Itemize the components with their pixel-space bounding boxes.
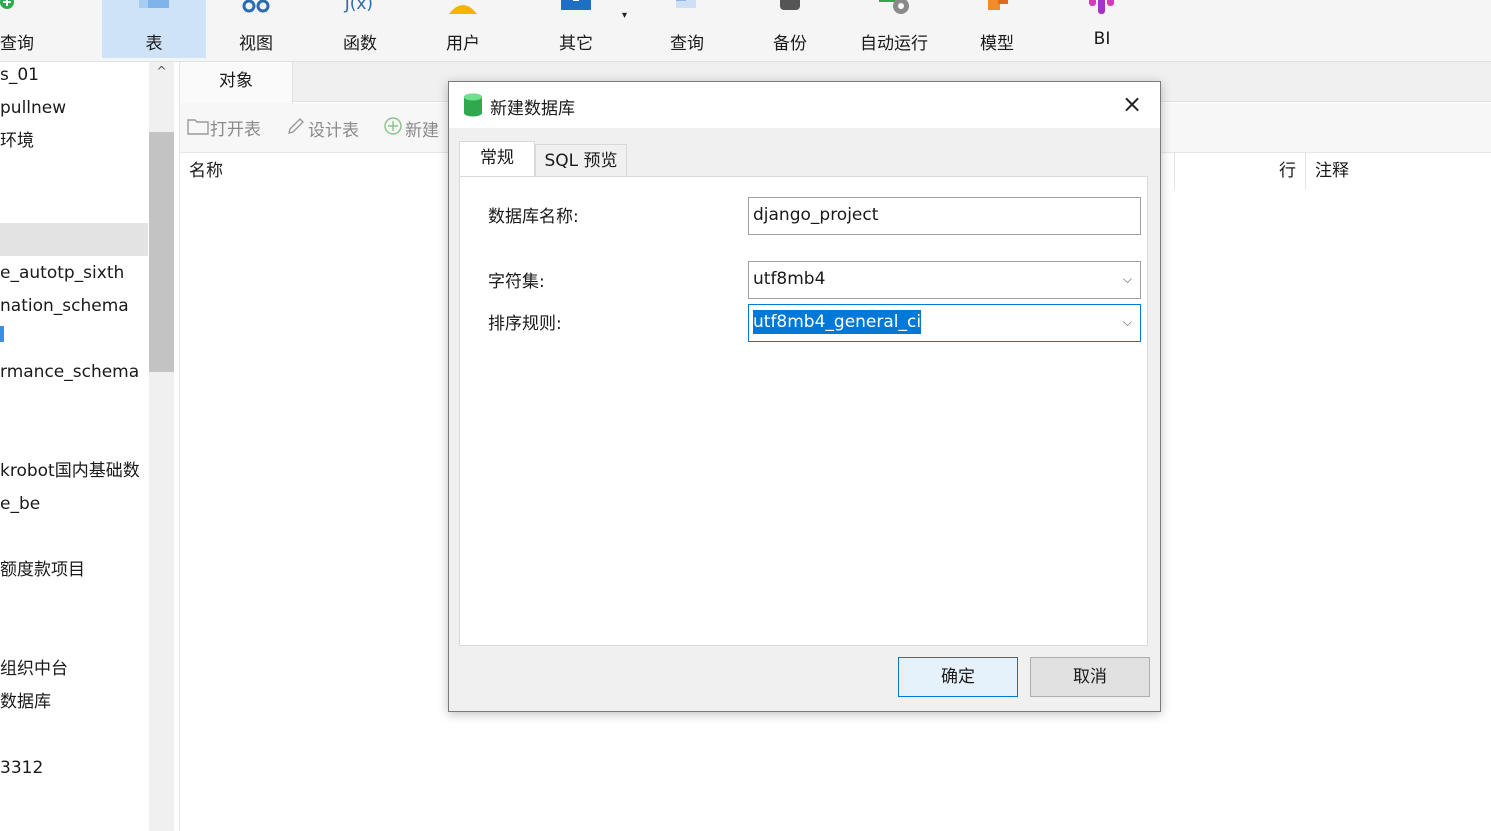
toolbar-label: 其它 [559,34,593,54]
pencil-icon [284,116,308,145]
bi-icon [1089,0,1114,14]
general-panel: 数据库名称: django_project 字符集: utf8mb4 ⌵ 排序规… [459,176,1148,646]
tab-objects[interactable]: 对象 [180,62,293,103]
toolbar-backup-button[interactable]: 备份 [740,0,840,58]
automation-icon [879,0,909,14]
toolbar-label: 视图 [239,34,273,54]
open-table-label: 打开表 [210,120,261,140]
tab-sql-preview[interactable]: SQL 预览 [535,144,627,178]
tree-item[interactable]: rmance_schema [0,359,139,389]
toolbar-function-button[interactable]: J(x) 函数 [310,0,410,58]
folder-icon [186,116,210,144]
toolbar-model-button[interactable]: 模型 [947,0,1047,58]
query-icon [676,0,696,8]
column-header-comment[interactable]: 注释 [1315,158,1349,184]
column-header-name[interactable]: 名称 [189,158,223,184]
tab-general[interactable]: 常规 [459,141,535,177]
query-add-icon [0,0,14,9]
model-icon [988,0,1008,10]
toolbar-other-button[interactable]: 其它 [526,0,626,58]
new-table-button[interactable]: 新建 [381,116,439,144]
toolbar-label: 备份 [773,34,807,54]
chevron-down-icon: ⌵ [1122,272,1132,286]
tree-item[interactable]: 3312 [0,755,43,785]
connection-tree: s_01 pullnew 环境 e_autotp_sixth nation_sc… [0,62,180,831]
sidebar-scroll-thumb[interactable] [149,132,174,372]
app-window: 查询 表 视图 J(x) 函数 用户 其它 ▾ 查询 备份 自动运行 模型 BI… [0,0,1491,831]
column-divider [1174,152,1175,190]
backup-icon [780,0,800,10]
dialog-title: 新建数据库 [490,99,575,119]
toolbar-label: 查询 [670,34,704,54]
cancel-button[interactable]: 取消 [1030,657,1150,697]
toolbar-automation-button[interactable]: 自动运行 [844,0,944,58]
scroll-up-icon[interactable]: ^ [149,64,174,84]
toolbar-view-button[interactable]: 视图 [206,0,306,58]
design-table-label: 设计表 [308,121,359,141]
tree-item[interactable]: krobot国内基础数 [0,458,140,488]
tree-item[interactable]: s_01 [0,62,39,92]
collation-select[interactable]: utf8mb4_general_ci ⌵ [748,304,1141,342]
db-name-input[interactable]: django_project [748,197,1141,235]
toolbar-label: 函数 [343,34,377,54]
charset-label: 字符集: [488,272,545,292]
toolbar-bi-button[interactable]: BI [1052,0,1152,58]
tree-item[interactable]: 组织中台 [0,656,68,686]
table-icon [139,0,169,8]
tree-item[interactable]: 数据库 [0,689,51,719]
close-icon[interactable]: × [1118,90,1146,118]
toolbox-icon [561,0,591,10]
tree-item[interactable]: 额度款项目 [0,557,85,587]
toolbar-label: BI [1093,29,1111,49]
dialog-title-bar: 新建数据库 × [449,82,1160,128]
toolbar-user-button[interactable]: 用户 [413,0,513,58]
chevron-down-icon[interactable]: ▾ [622,10,627,21]
open-table-button[interactable]: 打开表 [186,116,261,144]
main-toolbar: 查询 表 视图 J(x) 函数 用户 其它 ▾ 查询 备份 自动运行 模型 BI [0,0,1491,62]
toolbar-table-button[interactable]: 表 [102,0,206,58]
toolbar-label: 自动运行 [860,34,928,54]
svg-text:J(x): J(x) [344,0,373,14]
toolbar-query-button[interactable]: 查询 [637,0,737,58]
toolbar-label: 表 [145,34,163,54]
db-name-label: 数据库名称: [488,207,579,227]
toolbar-label: 用户 [446,34,480,54]
view-icon [242,0,270,13]
tree-item-selected[interactable] [0,223,148,256]
column-header-rows[interactable]: 行 [1279,158,1296,184]
new-database-dialog: 新建数据库 × 常规 SQL 预览 数据库名称: django_project … [448,81,1161,712]
tree-item[interactable]: e_autotp_sixth [0,260,124,290]
ok-button[interactable]: 确定 [898,657,1018,697]
toolbar-label: 查询 [0,34,34,54]
plus-circle-icon [381,116,405,145]
charset-select[interactable]: utf8mb4 ⌵ [748,261,1141,299]
tree-item[interactable]: pullnew [0,95,66,125]
db-name-value: django_project [753,205,879,225]
database-icon [464,93,482,117]
new-table-label: 新建 [405,121,439,141]
charset-value: utf8mb4 [753,269,826,289]
toolbar-query-new-button[interactable]: 查询 [0,0,48,58]
tree-item[interactable]: nation_schema [0,293,129,323]
collation-value: utf8mb4_general_ci [753,310,922,334]
tree-item[interactable]: 环境 [0,128,34,158]
user-icon [449,5,477,14]
chevron-down-icon: ⌵ [1122,315,1132,329]
function-icon: J(x) [344,0,373,14]
tree-item[interactable]: e_be [0,491,40,521]
collation-label: 排序规则: [488,314,562,334]
tree-item-marker [0,326,4,342]
design-table-button[interactable]: 设计表 [284,116,359,144]
toolbar-label: 模型 [980,34,1014,54]
column-divider [1305,152,1306,190]
